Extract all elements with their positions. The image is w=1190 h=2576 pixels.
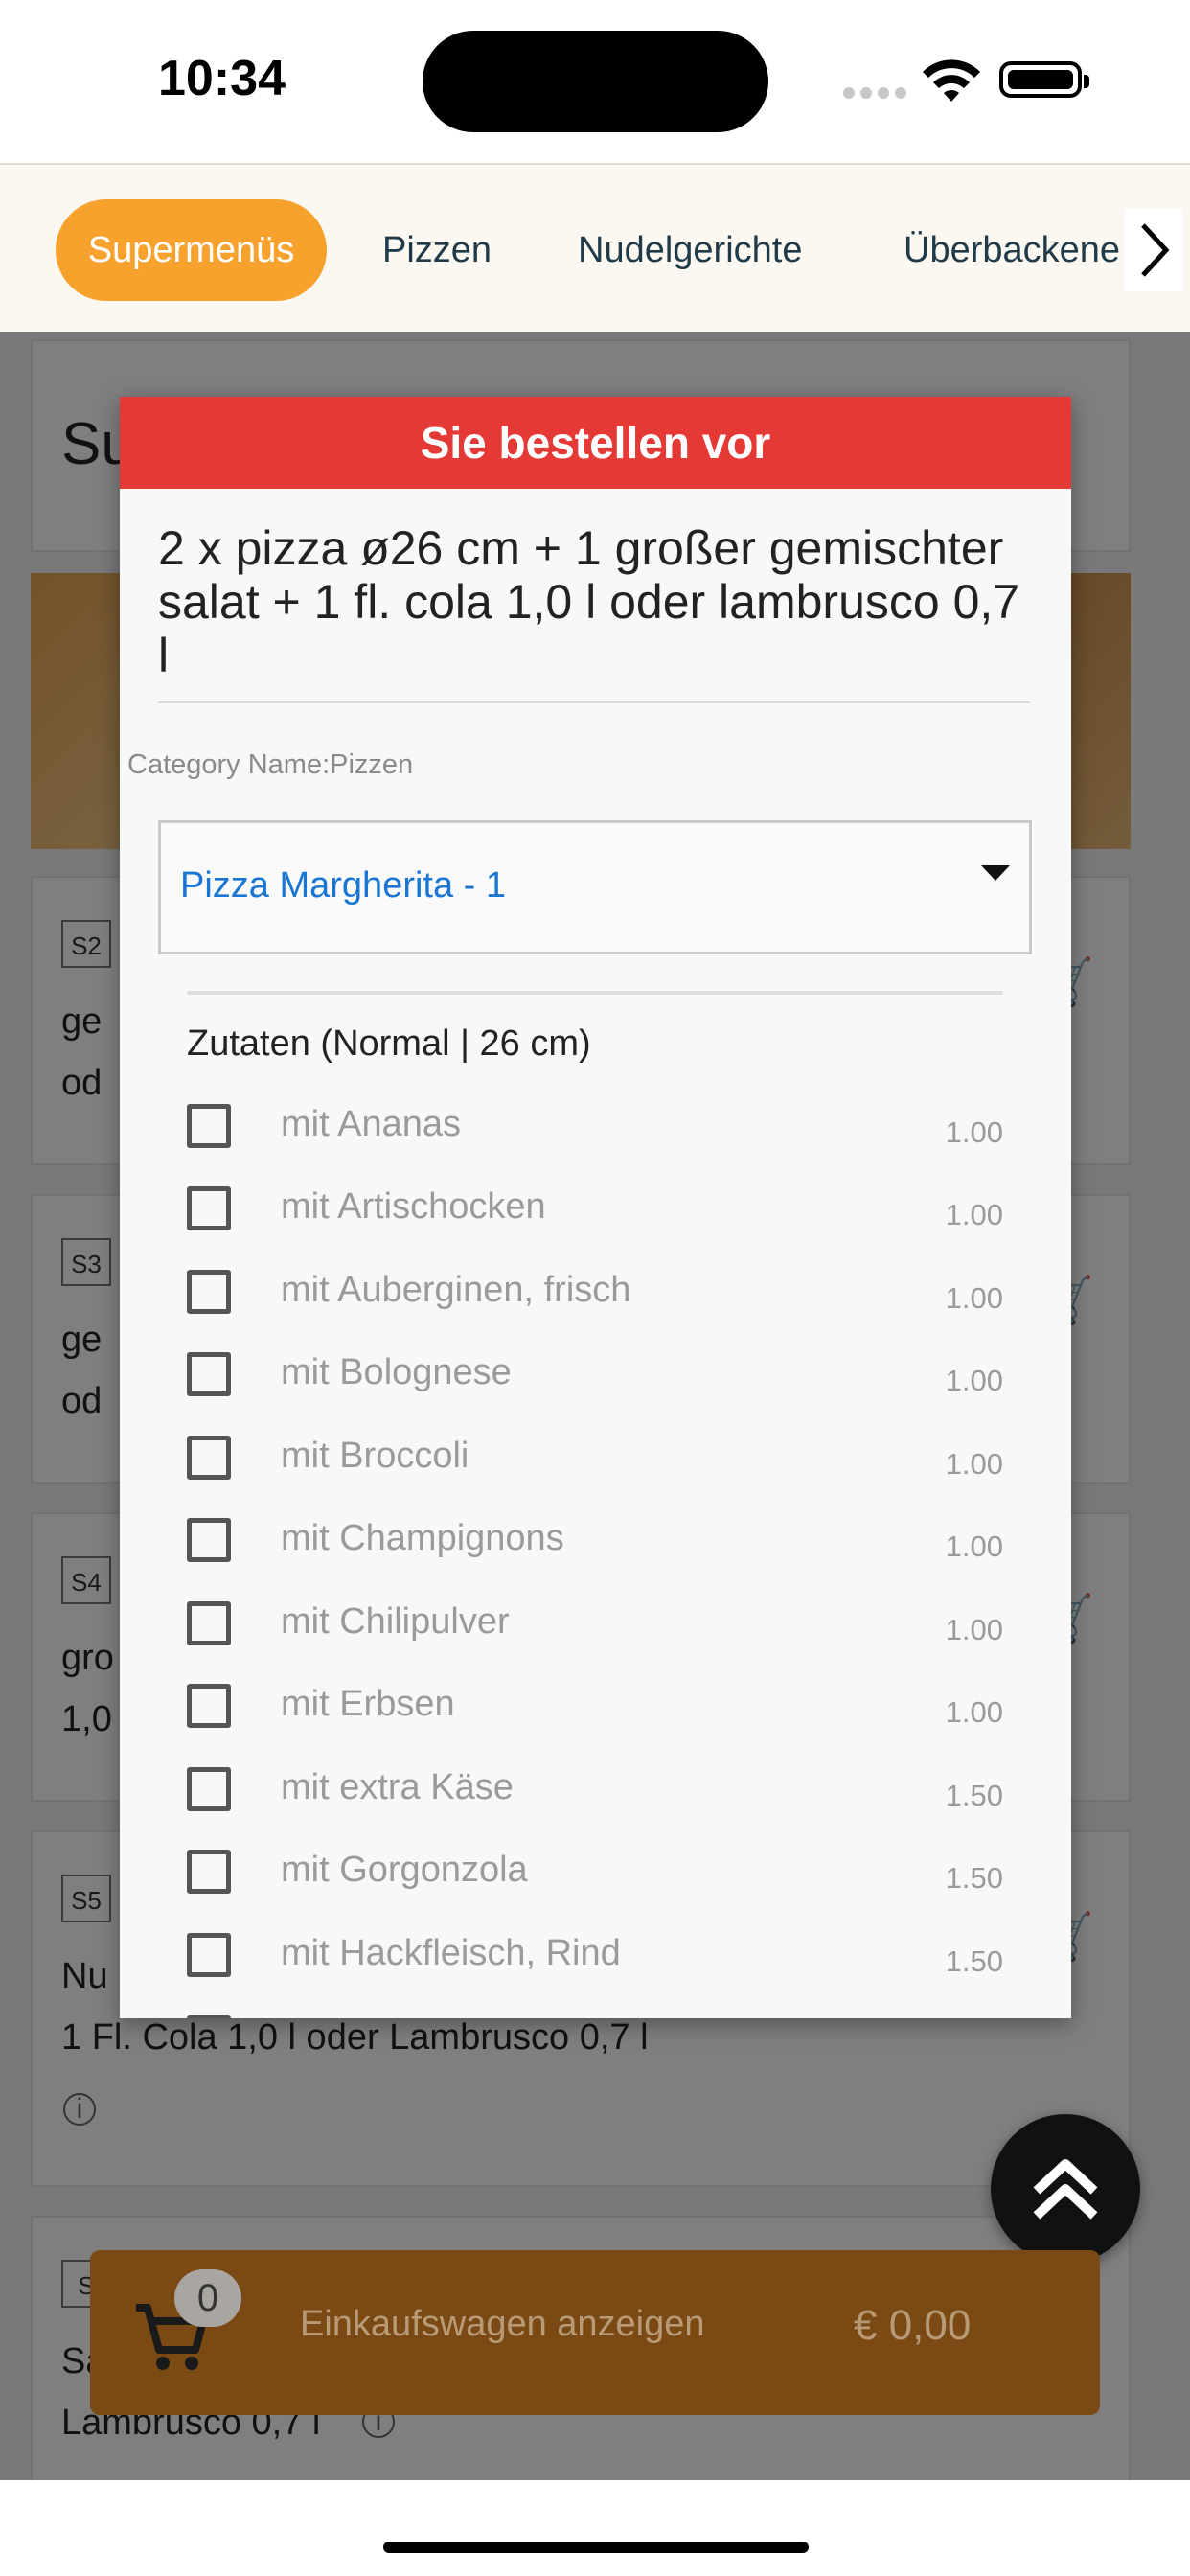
divider xyxy=(158,702,1030,703)
cellular-signal-icon xyxy=(843,86,912,104)
ingredient-option[interactable] xyxy=(187,2002,1003,2018)
status-bar: 10:34 xyxy=(0,0,1190,163)
ingredient-price: 1.00 xyxy=(945,1364,1003,1397)
divider xyxy=(187,991,1003,995)
ingredient-option[interactable]: mit Auberginen, frisch 1.00 xyxy=(187,1256,1003,1339)
preorder-modal: Sie bestellen vor 2 x pizza ø26 cm + 1 g… xyxy=(120,397,1071,2018)
cart-total: € 0,00 xyxy=(854,2302,972,2349)
scroll-to-top-button[interactable] xyxy=(991,2114,1140,2264)
category-tabs: Supermenüs Pizzen Nudelgerichte Überback… xyxy=(0,163,1190,332)
ingredient-label: mit Gorgonzola xyxy=(281,1850,528,1890)
product-title: 2 x pizza ø26 cm + 1 großer gemischter s… xyxy=(158,521,1020,682)
ingredient-option[interactable]: mit Bolognese 1.00 xyxy=(187,1339,1003,1421)
ingredient-option[interactable]: mit Ananas 1.00 xyxy=(187,1091,1003,1173)
zutaten-heading: Zutaten (Normal | 26 cm) xyxy=(187,1024,591,1064)
chevron-right-icon xyxy=(1141,223,1170,277)
ingredient-label: mit extra Käse xyxy=(281,1767,514,1807)
ingredient-price: 1.00 xyxy=(945,1613,1003,1646)
bottom-safe-area xyxy=(0,2480,1190,2576)
tab-nudelgerichte[interactable]: Nudelgerichte xyxy=(578,199,802,301)
checkbox[interactable] xyxy=(187,1933,231,1977)
tab-ueberbackene[interactable]: Überbackene xyxy=(904,199,1120,301)
dynamic-island xyxy=(423,31,768,132)
cart-label: Einkaufswagen anzeigen xyxy=(300,2304,705,2344)
ingredient-price: 1.00 xyxy=(945,1447,1003,1481)
ingredient-price: 1.50 xyxy=(945,1944,1003,1978)
ingredient-price: 1.00 xyxy=(945,1530,1003,1563)
ingredient-label: mit Chilipulver xyxy=(281,1601,510,1642)
ingredient-price: 1.50 xyxy=(945,1779,1003,1812)
tab-supermenues[interactable]: Supermenüs xyxy=(56,199,327,301)
ingredient-option[interactable]: mit Champignons 1.00 xyxy=(187,1505,1003,1587)
ingredient-option[interactable]: mit Artischocken 1.00 xyxy=(187,1173,1003,1255)
ingredient-price: 1.00 xyxy=(945,1695,1003,1729)
ingredient-price: 1.00 xyxy=(945,1198,1003,1231)
ingredient-label: mit Ananas xyxy=(281,1104,461,1144)
ingredient-label: mit Bolognese xyxy=(281,1352,512,1392)
checkbox[interactable] xyxy=(187,1104,231,1148)
category-name: Category Name:Pizzen xyxy=(127,749,414,780)
checkbox[interactable] xyxy=(187,2015,231,2018)
status-time: 10:34 xyxy=(158,51,286,106)
ingredient-option[interactable]: mit extra Käse 1.50 xyxy=(187,1754,1003,1836)
checkbox[interactable] xyxy=(187,1767,231,1811)
checkbox[interactable] xyxy=(187,1684,231,1728)
ingredient-label: mit Hackfleisch, Rind xyxy=(281,1933,621,1973)
ingredient-option[interactable]: mit Erbsen 1.00 xyxy=(187,1670,1003,1753)
ingredient-label: mit Artischocken xyxy=(281,1186,546,1227)
ingredient-option[interactable]: mit Gorgonzola 1.50 xyxy=(187,1836,1003,1919)
ingredient-price: 1.00 xyxy=(945,1281,1003,1315)
cart-count-badge: 0 xyxy=(174,2269,241,2327)
battery-icon xyxy=(999,61,1089,98)
ingredient-price: 1.00 xyxy=(945,1116,1003,1149)
ingredient-label: mit Auberginen, frisch xyxy=(281,1270,631,1310)
ingredient-label: mit Erbsen xyxy=(281,1684,455,1724)
checkbox[interactable] xyxy=(187,1186,231,1230)
checkbox[interactable] xyxy=(187,1518,231,1562)
checkbox[interactable] xyxy=(187,1436,231,1480)
wifi-icon xyxy=(923,59,980,102)
pizza-select-value: Pizza Margherita - 1 xyxy=(180,865,507,906)
pizza-select[interactable]: Pizza Margherita - 1 xyxy=(158,820,1032,954)
checkbox[interactable] xyxy=(187,1850,231,1894)
home-indicator[interactable] xyxy=(383,2542,809,2553)
ingredient-label: mit Broccoli xyxy=(281,1436,469,1476)
ingredient-option[interactable]: mit Hackfleisch, Rind 1.50 xyxy=(187,1920,1003,2002)
double-chevron-up-icon xyxy=(1033,2159,1098,2220)
ingredient-option[interactable]: mit Broccoli 1.00 xyxy=(187,1422,1003,1505)
tab-pizzen[interactable]: Pizzen xyxy=(382,199,492,301)
checkbox[interactable] xyxy=(187,1601,231,1645)
modal-header: Sie bestellen vor xyxy=(120,397,1071,489)
ingredient-price: 1.50 xyxy=(945,1861,1003,1895)
checkbox[interactable] xyxy=(187,1352,231,1396)
caret-down-icon xyxy=(981,865,1010,881)
view-cart-button[interactable]: 0 Einkaufswagen anzeigen € 0,00 xyxy=(90,2250,1100,2415)
checkbox[interactable] xyxy=(187,1270,231,1314)
tabs-scroll-right-button[interactable] xyxy=(1125,209,1182,291)
ingredient-option[interactable]: mit Chilipulver 1.00 xyxy=(187,1588,1003,1670)
ingredient-label: mit Champignons xyxy=(281,1518,564,1558)
